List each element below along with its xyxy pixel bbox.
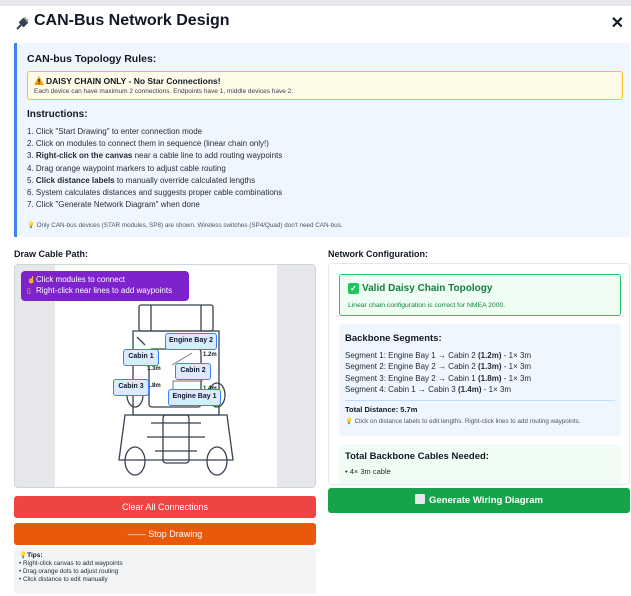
distance-label[interactable]: 1.3m (147, 366, 161, 372)
instruction-step: 5. Click distance labels to manually ove… (27, 175, 256, 185)
dialog-title: CAN-Bus Network Design (34, 12, 230, 29)
instructions-title: Instructions: (27, 109, 88, 120)
valid-title: Valid Daisy Chain Topology (362, 283, 493, 294)
check-icon: ✓ (348, 283, 359, 294)
tip-item: • Right-click canvas to add waypoints (19, 560, 123, 567)
mouse-icon: ▯ (27, 288, 31, 295)
close-icon[interactable]: ✕ (611, 13, 624, 33)
diagram-icon (415, 494, 426, 504)
drawing-canvas[interactable]: 1.2m 1.3m 1.8m 1.4m Engine Bay 2 Cabin 1… (14, 264, 316, 488)
divider (345, 400, 615, 401)
instruction-step: 3. Right-click on the canvas near a cabl… (27, 151, 283, 161)
segments-list: Segment 1: Engine Bay 1 → Cabin 2 (1.2m)… (345, 350, 531, 395)
rules-title: CAN-bus Topology Rules: (27, 53, 157, 65)
daisy-chain-warning: DAISY CHAIN ONLY - No Star Connections! … (27, 71, 623, 100)
distance-label[interactable]: 1.8m (147, 383, 161, 389)
warning-icon (34, 76, 44, 85)
segment-row: Segment 4: Cabin 1 → Cabin 3 (1.4m) - 1×… (345, 384, 512, 394)
drawing-hint: ☝Click modules to connect ▯ Right-click n… (21, 271, 189, 301)
instruction-step: 7. Click "Generate Network Diagram" when… (27, 200, 200, 210)
canbus-note: 💡 Only CAN-bus devices (STAR modules, SP… (27, 222, 343, 229)
warning-title-line: DAISY CHAIN ONLY - No Star Connections! (34, 76, 221, 86)
total-distance: Total Distance: 5.7m (345, 405, 418, 414)
stop-drawing-button[interactable]: —— Stop Drawing (14, 523, 316, 545)
top-bar (0, 0, 631, 6)
valid-description: Linear chain configuration is correct fo… (348, 302, 506, 309)
segment-row: Segment 2: Engine Bay 2 → Cabin 2 (1.3m)… (345, 362, 532, 372)
segments-title: Backbone Segments: (345, 333, 442, 344)
valid-topology-box: ✓ Valid Daisy Chain Topology Linear chain… (339, 274, 621, 316)
network-config-label: Network Configuration: (328, 249, 428, 259)
plug-icon (16, 16, 29, 30)
module-cabin-2[interactable]: Cabin 2 (175, 363, 211, 380)
dialog-header: CAN-Bus Network Design ✕ (14, 12, 624, 36)
cables-title: Total Backbone Cables Needed: (345, 451, 489, 462)
module-cabin-1[interactable]: Cabin 1 (123, 349, 159, 366)
backbone-segments-box: Backbone Segments: Segment 1: Engine Bay… (339, 324, 621, 436)
module-cabin-3[interactable]: Cabin 3 (113, 379, 149, 396)
distance-label[interactable]: 1.2m (203, 352, 217, 358)
instruction-step: 2. Click on modules to connect them in s… (27, 139, 269, 149)
tips-panel: 💡Tips: • Right-click canvas to add waypo… (14, 548, 316, 594)
instruction-step: 1. Click "Start Drawing" to enter connec… (27, 127, 203, 136)
tip-item: • Click distance to edit manually (19, 576, 108, 583)
generate-button-label: Generate Wiring Diagram (429, 495, 543, 506)
generate-diagram-button[interactable]: Generate Wiring Diagram (328, 488, 630, 513)
lightbulb-icon: 💡 (27, 222, 35, 229)
module-engine-bay-1[interactable]: Engine Bay 1 (168, 389, 221, 406)
network-config-panel: ✓ Valid Daisy Chain Topology Linear chain… (328, 263, 630, 485)
warning-title: DAISY CHAIN ONLY - No Star Connections! (46, 76, 221, 86)
segment-row: Segment 1: Engine Bay 1 → Cabin 2 (1.2m)… (345, 351, 532, 360)
draw-cable-path-label: Draw Cable Path: (14, 249, 89, 259)
lightbulb-icon: 💡 (345, 418, 353, 425)
segments-note: 💡 Click on distance labels to edit lengt… (345, 418, 581, 425)
tip-item: • Drag orange dots to adjust routing (19, 568, 119, 575)
clear-connections-button[interactable]: Clear All Connections (14, 496, 316, 518)
valid-title-line: ✓ Valid Daisy Chain Topology (348, 283, 492, 294)
segment-row: Segment 3: Engine Bay 2 → Cabin 1 (1.8m)… (345, 373, 532, 383)
instruction-step: 4. Drag orange waypoint markers to adjus… (27, 163, 226, 173)
cables-needed-box: Total Backbone Cables Needed: • 4× 3m ca… (339, 444, 621, 484)
instructions-list: 1. Click "Start Drawing" to enter connec… (27, 126, 282, 211)
tips-title: 💡Tips: (19, 552, 43, 559)
module-engine-bay-2[interactable]: Engine Bay 2 (165, 333, 217, 350)
lightbulb-icon: 💡 (19, 552, 28, 559)
topology-rules-panel: CAN-bus Topology Rules: DAISY CHAIN ONLY… (14, 43, 630, 237)
instruction-step: 6. System calculates distances and sugge… (27, 187, 283, 197)
cable-item: • 4× 3m cable (345, 467, 391, 476)
warning-description: Each device can have maximum 2 connectio… (34, 88, 294, 95)
